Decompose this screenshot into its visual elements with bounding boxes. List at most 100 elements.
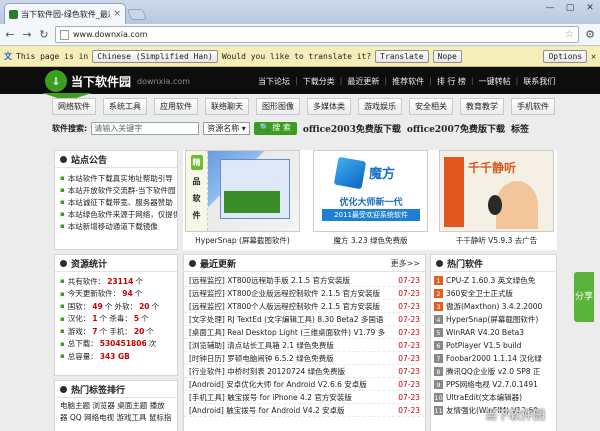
list-item[interactable]: 2 360安全卫士正式版 <box>431 287 556 300</box>
bullet-icon <box>189 259 196 267</box>
ttplayer-banner: 千千静听 <box>439 150 554 232</box>
category-item[interactable]: 联络聊天 <box>205 97 249 115</box>
featured-caption[interactable]: HyperSnap (屏幕截图软件) <box>185 235 300 246</box>
more-link[interactable]: 更多>> <box>391 258 420 269</box>
table-row[interactable]: [桌面工具] Real Desktop Light (三维桌面软件) V1.79… <box>184 326 425 339</box>
hot-search-link[interactable]: office2003免费版下载 <box>303 122 401 135</box>
notice-item[interactable]: 本站绿色软件来源于网络，仅提供 <box>55 208 177 220</box>
category-item[interactable]: 游戏娱乐 <box>358 97 402 115</box>
close-tab-icon[interactable]: × <box>113 9 121 19</box>
window-controls: — ▢ ✕ <box>540 0 600 16</box>
category-item[interactable]: 手机软件 <box>511 97 555 115</box>
table-row[interactable]: [时钟日历] 罗顿电脑闹钟 6.5.2 绿色免费版 07-23 <box>184 352 425 365</box>
address-bar[interactable]: www.downxia.com ☆ <box>55 26 579 43</box>
topnav-item[interactable]: 当下论坛 <box>258 76 290 87</box>
notice-item[interactable]: 本站诚征下载带宽、服务器赞助 <box>55 196 177 208</box>
tag-list[interactable]: 电脑主题 浏览器 桌面主题 播放器 QQ 网络电视 游戏工具 鼠标指 <box>55 398 177 426</box>
list-item[interactable]: 5 WinRAR V4.20 Beta3 <box>431 326 556 339</box>
list-item[interactable]: 9 PPS网络电视 V2.7.0.1491 <box>431 378 556 391</box>
category-item[interactable]: 教育教学 <box>460 97 504 115</box>
hot-search-link[interactable]: office2007免费版下载 <box>407 122 505 135</box>
list-item[interactable]: 3 傲游(Maxthon) 3.4.2.2000 <box>431 300 556 313</box>
search-type-select[interactable]: 资源名称 ▾ <box>203 121 250 135</box>
table-row[interactable]: [Android] 安卓优化大师 for Android V2.6.6 安卓版 0… <box>184 378 425 391</box>
table-row[interactable]: [手机工具] 触宝拨号 for iPhone 4.2 官方安装版 07-23 <box>184 391 425 404</box>
ttplayer-logo: 千千静听 <box>468 161 517 175</box>
stat-row: 总下载：530451806次 <box>55 338 177 351</box>
top-nav: 当下论坛 | 下载分类 | 最近更新 | 推荐软件 | 排 行 榜 | 一键转帖 | 联系我… <box>258 76 556 87</box>
topnav-item[interactable]: 下载分类 <box>303 76 335 87</box>
topnav-item[interactable]: 联系我们 <box>523 76 555 87</box>
close-infobar-icon[interactable]: ✕ <box>591 52 596 61</box>
wrench-icon[interactable]: ⚙ <box>584 28 596 41</box>
download-arrow-icon: ↓ <box>45 70 67 92</box>
bullet-icon <box>60 259 67 267</box>
table-row[interactable]: [Android] 触宝拨号 for Android V4.2 安卓版 07-23 <box>184 404 425 417</box>
translate-button[interactable]: Translate <box>375 49 429 63</box>
table-row[interactable]: [远程监控] XT800个人版远程控制软件 2.1.5 官方安装版 07-23 <box>184 300 425 313</box>
favicon-icon <box>9 9 18 19</box>
tags-box: 热门标签排行 电脑主题 浏览器 桌面主题 播放器 QQ 网络电视 游戏工具 鼠标… <box>54 380 178 431</box>
featured-badge: 精品软件 <box>186 151 208 231</box>
tab-title: 当下软件园-绿色软件_最彩 <box>21 9 111 19</box>
category-item[interactable]: 网络软件 <box>52 97 96 115</box>
table-row[interactable]: [浏览辅助] 清点站长工具箱 2.1 绿色免费版 07-23 <box>184 339 425 352</box>
site-logo[interactable]: ↓ 当下软件园 downxia.com <box>45 70 190 92</box>
category-item[interactable]: 安全相关 <box>409 97 453 115</box>
category-item[interactable]: 图形图像 <box>256 97 300 115</box>
mofang-banner: 魔方 优化大师新一代 2011最受欢迎系统软件 <box>313 150 428 232</box>
featured-caption[interactable]: 魔方 3.23 绿色免费版 <box>313 235 428 246</box>
language-select[interactable]: Chinese (Simplified Han) <box>92 49 218 63</box>
list-item[interactable]: 4 HyperSnap(屏幕截图软件) <box>431 313 556 326</box>
category-item[interactable]: 应用软件 <box>154 97 198 115</box>
topnav-item[interactable]: 最近更新 <box>347 76 379 87</box>
list-item[interactable]: 1 CPU-Z 1.60.3 英文绿色免 <box>431 274 556 287</box>
maximize-icon[interactable]: ▢ <box>560 0 580 16</box>
category-item[interactable]: 多媒体类 <box>307 97 351 115</box>
table-row[interactable]: [行业软件] 中桥时刻表 20120724 绿色免费版 07-23 <box>184 365 425 378</box>
topnav-item[interactable]: 排 行 榜 <box>437 76 466 87</box>
table-row[interactable]: [远程监控] XT800远程助手版 2.1.5 官方安装版 07-23 <box>184 274 425 287</box>
hypersnap-screenshot: 精品软件 <box>185 150 300 232</box>
topnav-item[interactable]: 一键转帖 <box>479 76 511 87</box>
list-item[interactable]: 10 UltraEdit(文本编辑器) <box>431 391 556 404</box>
bullet-icon <box>60 155 67 163</box>
watermark: 当下软件园 <box>485 408 546 422</box>
stat-row: 今天更新软件：94个 <box>55 288 177 301</box>
notice-title: 站点公告 <box>55 151 177 168</box>
list-item[interactable]: 7 Foobar2000 1.1.14 汉化绿 <box>431 352 556 365</box>
category-item[interactable]: 系统工具 <box>103 97 147 115</box>
search-input[interactable]: 请输入关键字 <box>91 121 200 135</box>
table-row[interactable]: [文字处理] RJ TextEd (文字编辑工具) 8.30 Beta2 多国语… <box>184 313 425 326</box>
forward-icon[interactable]: → <box>21 28 33 41</box>
share-button[interactable]: 分享 <box>574 272 594 322</box>
featured-item[interactable]: 精品软件 HyperSnap (屏幕截图软件) <box>185 150 300 248</box>
star-icon[interactable]: ☆ <box>565 29 574 40</box>
featured-item[interactable]: 千千静听 千千静听 V5.9.3 去广告 <box>439 150 554 248</box>
notice-item[interactable]: 本站软件下载真实地址帮助引导 <box>55 172 177 184</box>
notice-box: 站点公告 本站软件下载真实地址帮助引导 本站开放软件交流群-当下软件园 本站诚征… <box>54 150 178 250</box>
search-button[interactable]: 🔍 搜 索 <box>253 121 297 135</box>
notice-item[interactable]: 本站新增移动通道下载镜像 <box>55 220 177 232</box>
notice-item[interactable]: 本站开放软件交流群-当下软件园 <box>55 184 177 196</box>
close-window-icon[interactable]: ✕ <box>580 0 600 16</box>
back-icon[interactable]: ← <box>4 28 16 41</box>
reload-icon[interactable]: ↻ <box>38 28 50 41</box>
minimize-icon[interactable]: — <box>540 0 560 16</box>
person-icon <box>496 181 538 229</box>
logo-domain: downxia.com <box>137 76 191 86</box>
options-button[interactable]: Options <box>543 49 588 63</box>
featured-item[interactable]: 魔方 优化大师新一代 2011最受欢迎系统软件 魔方 3.23 绿色免费版 <box>313 150 428 248</box>
tags-link[interactable]: 标签 <box>511 122 529 135</box>
tags-title: 热门标签排行 <box>55 381 177 398</box>
topnav-item[interactable]: 推荐软件 <box>392 76 424 87</box>
list-item[interactable]: 6 PotPlayer V1.5 build <box>431 339 556 352</box>
stats-title: 资源统计 <box>55 255 177 272</box>
featured-caption[interactable]: 千千静听 V5.9.3 去广告 <box>439 235 554 246</box>
latest-title: 最近更新 更多>> <box>184 255 425 272</box>
table-row[interactable]: [远程监控] XT800企业版远程控制软件 2.1.5 官方安装版 07-23 <box>184 287 425 300</box>
stats-box: 资源统计 共有软件：23114个 今天更新软件：94个 国软：49个 外软：20… <box>54 254 178 376</box>
nope-button[interactable]: Nope <box>432 49 462 63</box>
list-item[interactable]: 8 腾讯QQ企业版 v2.0 SP8 正 <box>431 365 556 378</box>
browser-tab[interactable]: 当下软件园-绿色软件_最彩 × <box>4 3 126 24</box>
